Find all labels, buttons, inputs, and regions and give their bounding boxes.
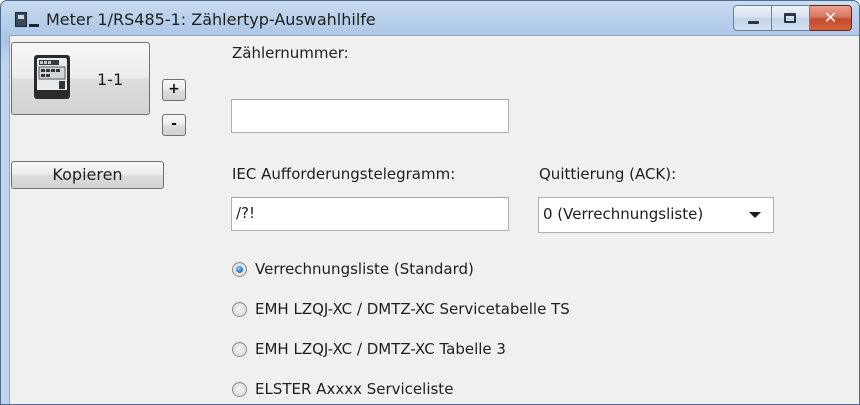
ack-select[interactable]: 0 (Verrechnungsliste)	[538, 197, 774, 233]
radio-button[interactable]	[232, 342, 247, 357]
increment-button[interactable]: +	[162, 79, 186, 101]
meter-app-icon[interactable]	[15, 12, 27, 27]
iec-request-input[interactable]: /?!	[231, 197, 509, 231]
close-icon: ✕	[823, 8, 838, 27]
caption-buttons: ✕	[733, 5, 852, 31]
electricity-meter-icon	[34, 55, 70, 99]
dialog-content: 1-1 + - Kopieren Zählernummer: IEC Auffo…	[9, 35, 859, 404]
iec-request-label: IEC Aufforderungstelegramm:	[232, 165, 456, 183]
title-bar[interactable]: Meter 1/RS485-1: Zählertyp-Auswahlhilfe …	[1, 1, 859, 35]
meter-number-input[interactable]	[231, 99, 509, 133]
ack-select-value: 0 (Verrechnungsliste)	[543, 205, 704, 223]
decrement-button[interactable]: -	[162, 114, 186, 136]
minimize-button[interactable]	[733, 5, 772, 31]
ack-label: Quittierung (ACK):	[539, 165, 677, 183]
radio-label: EMH LZQJ-XC / DMTZ-XC Servicetabelle TS	[255, 300, 570, 318]
meter-number-label: Zählernummer:	[232, 44, 349, 62]
chevron-down-icon	[749, 212, 761, 218]
maximize-icon	[784, 13, 796, 23]
radio-button[interactable]	[232, 262, 247, 277]
minimize-icon	[748, 21, 759, 24]
dialog-window: Meter 1/RS485-1: Zählertyp-Auswahlhilfe …	[0, 0, 860, 405]
meter-id-label: 1-1	[97, 70, 124, 89]
maximize-button[interactable]	[772, 5, 810, 31]
window-title: Meter 1/RS485-1: Zählertyp-Auswahlhilfe	[46, 10, 376, 29]
meter-select-button[interactable]: 1-1	[11, 42, 150, 115]
close-button[interactable]: ✕	[810, 5, 852, 31]
radio-button[interactable]	[232, 302, 247, 317]
radio-label: ELSTER Axxxx Serviceliste	[255, 380, 454, 398]
radio-button[interactable]	[232, 382, 247, 397]
copy-button[interactable]: Kopieren	[11, 161, 164, 189]
app-icon-underscore	[29, 24, 39, 27]
radio-label: EMH LZQJ-XC / DMTZ-XC Tabelle 3	[255, 340, 506, 358]
radio-label: Verrechnungsliste (Standard)	[255, 260, 474, 278]
